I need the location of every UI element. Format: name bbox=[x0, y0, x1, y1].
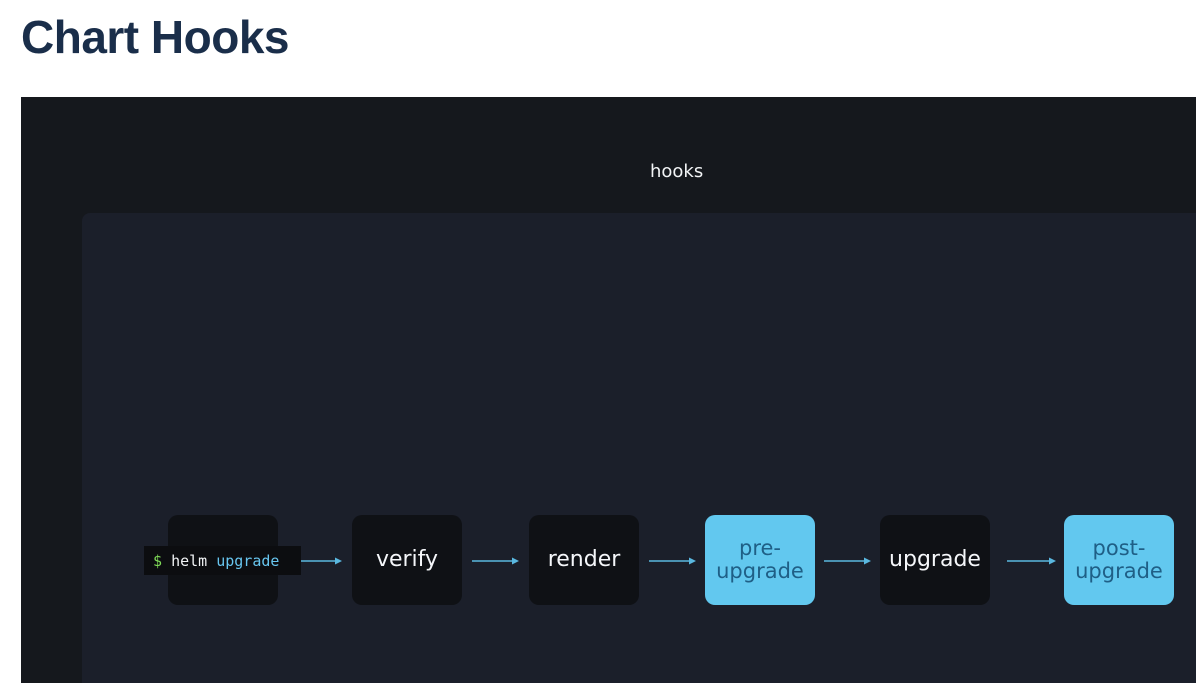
arrow-to-verify bbox=[301, 557, 342, 565]
arrow-to-upgrade bbox=[824, 557, 871, 565]
diagram-frame: hooks $ helm upgrade verify render pre- … bbox=[21, 97, 1196, 683]
step-render: render bbox=[529, 515, 639, 605]
step-verify: verify bbox=[352, 515, 462, 605]
arrow-to-pre-upgrade bbox=[649, 557, 696, 565]
step-post-upgrade-hook: post- upgrade bbox=[1064, 515, 1174, 605]
prompt-symbol: $ bbox=[153, 551, 163, 570]
command-argument: upgrade bbox=[216, 551, 280, 570]
step-pre-upgrade-hook: pre- upgrade bbox=[705, 515, 815, 605]
diagram-panel bbox=[82, 213, 1196, 683]
arrow-to-render bbox=[472, 557, 519, 565]
helm-upgrade-command: $ helm upgrade bbox=[144, 546, 301, 575]
step-upgrade: upgrade bbox=[880, 515, 990, 605]
diagram-label: hooks bbox=[650, 161, 704, 182]
command-program: helm bbox=[171, 551, 208, 570]
page-title: Chart Hooks bbox=[21, 11, 289, 63]
arrow-to-post-upgrade bbox=[1007, 557, 1056, 565]
